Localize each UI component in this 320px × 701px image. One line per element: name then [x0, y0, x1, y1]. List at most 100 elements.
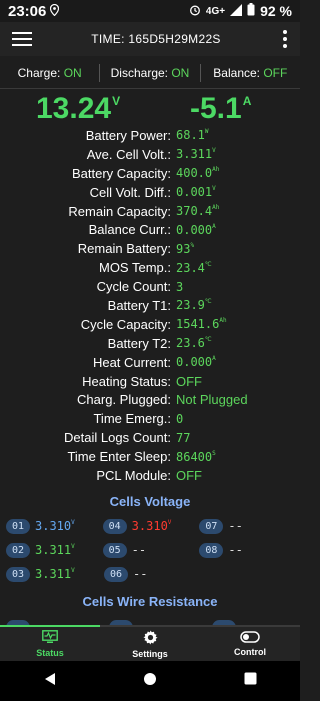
parameter-value: 93%	[176, 241, 195, 256]
parameter-row: Cell Volt. Diff.: 0.001V	[0, 183, 300, 202]
cell-badge: 03	[6, 566, 30, 582]
discharge-switch[interactable]: Discharge: ON	[100, 66, 199, 80]
home-icon[interactable]	[143, 672, 157, 691]
parameter-value: 3.311V	[176, 147, 216, 162]
cell-voltage-value: 3.311V	[35, 543, 75, 557]
parameter-row: Detail Logs Count: 77	[0, 428, 300, 447]
parameter-label: Cycle Count:	[96, 279, 171, 295]
parameter-value: Not Plugged	[176, 392, 248, 408]
cell-voltage-item: 05 --	[102, 542, 200, 558]
cell-badge: 06	[104, 566, 128, 582]
parameter-value: 0.000A	[176, 355, 216, 370]
parameter-label: Time Emerg.:	[93, 411, 171, 427]
parameter-value: 1541.6Ah	[176, 317, 227, 332]
cells-voltage-grid: 01 3.310V 04 3.310V 07 -- 02 3.311V 05 -- 08 -- 03 3.…	[6, 514, 296, 586]
parameter-row: Ave. Cell Volt.: 3.311V	[0, 145, 300, 164]
signal-icon	[230, 3, 243, 19]
battery-percent: 92 %	[260, 3, 292, 19]
parameter-label: Battery Power:	[85, 127, 171, 143]
cell-voltage-value: --	[228, 519, 243, 533]
monitor-icon	[42, 630, 58, 646]
parameter-row: Heat Current: 0.000A	[0, 353, 300, 372]
parameter-label: Heat Current:	[92, 354, 171, 370]
nav-control[interactable]: Control	[200, 627, 300, 661]
parameter-label: MOS Temp.:	[98, 260, 171, 276]
parameter-unit: A	[212, 355, 216, 363]
cell-badge: 07	[199, 518, 224, 534]
parameter-value: OFF	[176, 373, 202, 389]
parameter-label: Battery T1:	[107, 297, 171, 313]
parameter-unit: A	[212, 222, 216, 230]
parameter-label: Time Enter Sleep:	[67, 449, 171, 465]
parameter-row: Balance Curr.: 0.000A	[0, 220, 300, 239]
location-icon	[50, 3, 60, 19]
menu-icon[interactable]	[2, 22, 42, 56]
charge-switch[interactable]: Charge: ON	[0, 66, 99, 80]
clock: 23:06	[8, 2, 47, 20]
charge-state: ON	[63, 66, 82, 80]
status-bar: 23:06 4G+ 92 %	[0, 0, 300, 22]
nav-settings[interactable]: Settings	[100, 627, 200, 661]
parameter-label: Ave. Cell Volt.:	[86, 146, 171, 162]
parameter-label: Cycle Capacity:	[80, 316, 171, 332]
cell-row: 01 3.310V 04 3.310V 07 --	[6, 514, 296, 538]
parameter-row: Cycle Capacity: 1541.6Ah	[0, 315, 300, 334]
parameter-row: Heating Status: OFF	[0, 372, 300, 391]
more-options-icon[interactable]	[270, 30, 300, 48]
cells-voltage-title: Cells Voltage	[109, 494, 191, 509]
battery-icon	[247, 3, 255, 19]
parameter-label: Detail Logs Count:	[64, 430, 171, 446]
cell-badge: 05	[102, 542, 127, 558]
parameter-unit: V	[212, 147, 216, 155]
parameter-row: Battery Power: 68.1W	[0, 126, 300, 145]
back-icon[interactable]	[43, 672, 57, 691]
parameter-unit: %	[190, 241, 195, 249]
parameter-unit: Ah	[219, 317, 227, 325]
parameter-value: 3	[176, 279, 184, 294]
balance-state: OFF	[263, 66, 288, 80]
parameter-value: 86400S	[176, 449, 216, 464]
cell-row: 03 3.311V 06 --	[6, 562, 296, 586]
parameter-unit: Ah	[212, 204, 220, 211]
cell-badge: 04	[102, 518, 127, 534]
parameter-row: PCL Module: OFF	[0, 466, 300, 485]
system-navigation-bar	[0, 661, 300, 701]
parameter-value: 23.4℃	[176, 260, 212, 275]
cell-badge: 02	[6, 542, 30, 558]
parameter-row: Battery T2: 23.6℃	[0, 334, 300, 353]
parameter-value: 23.6℃	[176, 336, 212, 351]
parameter-row: Remain Battery: 93%	[0, 239, 300, 258]
parameter-value: 370.4Ah	[176, 204, 220, 218]
cell-voltage-value: --	[131, 543, 147, 557]
cell-voltage-value: --	[133, 567, 148, 581]
cell-voltage-value: 3.310V	[35, 519, 75, 533]
parameter-unit: Ah	[212, 166, 220, 174]
discharge-state: ON	[171, 66, 190, 80]
divider	[0, 88, 300, 89]
parameter-label: Battery T2:	[107, 335, 171, 351]
cell-badge: 01	[6, 518, 30, 534]
cell-voltage-value: 3.311V	[35, 567, 75, 581]
parameter-row: Cycle Count: 3	[0, 277, 300, 296]
parameter-value: OFF	[176, 467, 202, 483]
parameter-value: 23.9℃	[176, 298, 212, 313]
cell-voltage-item: 01 3.310V	[6, 518, 103, 534]
cell-voltage-item: 04 3.310V	[102, 518, 200, 534]
nav-status[interactable]: Status	[0, 625, 100, 661]
parameter-value: 0	[176, 411, 184, 426]
recents-icon[interactable]	[244, 672, 257, 690]
total-voltage: 13.24V	[36, 92, 121, 125]
alarm-icon	[189, 4, 201, 19]
balance-switch[interactable]: Balance: OFF	[201, 66, 300, 80]
cells-resistance-title: Cells Wire Resistance	[82, 594, 218, 609]
network-label: 4G+	[205, 5, 226, 17]
parameter-unit: ℃	[204, 336, 212, 344]
parameter-unit: ℃	[204, 298, 212, 306]
parameter-label: Charg. Plugged:	[77, 392, 171, 408]
parameter-label: Battery Capacity:	[72, 165, 171, 181]
parameter-list: Battery Power: 68.1W Ave. Cell Volt.: 3.311…	[0, 126, 300, 485]
cell-voltage-item: 08 --	[199, 542, 296, 558]
parameter-label: Remain Battery:	[77, 241, 171, 257]
parameter-value: 77	[176, 430, 191, 445]
gear-icon	[142, 629, 158, 647]
